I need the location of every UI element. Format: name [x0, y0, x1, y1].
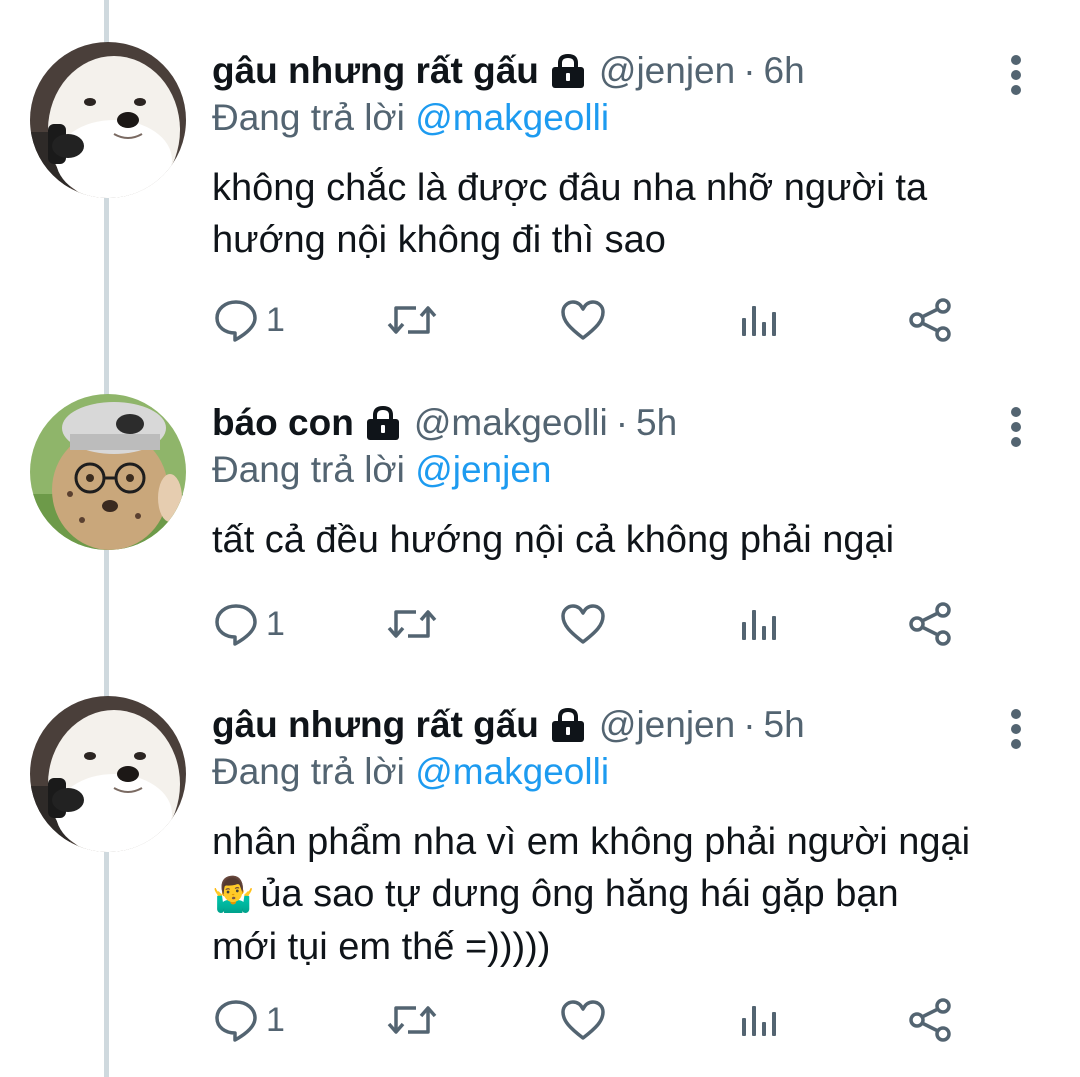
retweet-button[interactable]: [386, 594, 438, 654]
share-icon: [909, 602, 951, 646]
reply-count: 1: [266, 604, 285, 643]
more-options-icon[interactable]: [996, 402, 1036, 452]
action-bar: 1: [200, 594, 1000, 654]
reply-count: 1: [266, 300, 285, 339]
tweet-text: không chắc là được đâu nha nhỡ người ta …: [212, 162, 1052, 266]
share-button[interactable]: [908, 594, 954, 654]
analytics-button[interactable]: [738, 290, 778, 350]
tweet-text-line: ủa sao tự dưng ông hăng hái gặp bạn: [260, 873, 899, 915]
avatar[interactable]: [30, 42, 186, 198]
reply-button[interactable]: 1: [214, 594, 285, 654]
more-options-icon[interactable]: [996, 50, 1036, 100]
like-button[interactable]: [560, 290, 606, 350]
reply-icon: [215, 1000, 257, 1042]
analytics-icon: [742, 306, 776, 336]
cheetah-cub-avatar: [30, 394, 186, 550]
handle[interactable]: @jenjen: [599, 700, 735, 750]
replying-to-link[interactable]: @makgeolli: [415, 751, 609, 792]
action-bar: 1: [200, 290, 1000, 350]
retweet-button[interactable]: [386, 990, 438, 1050]
timestamp[interactable]: 5h: [764, 700, 805, 750]
like-button[interactable]: [560, 990, 606, 1050]
handle[interactable]: @makgeolli: [414, 398, 608, 448]
timestamp[interactable]: 6h: [764, 46, 805, 96]
separator-dot: ·: [615, 402, 629, 443]
display-name[interactable]: gâu nhưng rất gấu: [212, 700, 539, 750]
lock-icon: [549, 53, 587, 89]
separator-dot: ·: [743, 704, 756, 745]
tweet-text: nhân phẩm nha vì em không phải người ngạ…: [212, 816, 1052, 973]
heart-icon: [561, 604, 605, 644]
timestamp[interactable]: 5h: [636, 398, 677, 448]
lock-icon: [364, 405, 402, 441]
shrug-emoji: 🤷‍♂️: [212, 876, 255, 914]
tweet-text-line: tất cả đều hướng nội cả không phải ngại: [212, 519, 895, 561]
share-button[interactable]: [908, 990, 954, 1050]
replying-prefix: Đang trả lời: [212, 97, 405, 138]
retweet-icon: [387, 1006, 437, 1034]
replying-prefix: Đang trả lời: [212, 449, 405, 490]
like-button[interactable]: [560, 594, 606, 654]
heart-icon: [561, 1000, 605, 1040]
tweet-text-line: mới tụi em thế =))))): [212, 926, 551, 968]
analytics-button[interactable]: [738, 990, 778, 1050]
tweet-text-line: hướng nội không đi thì sao: [212, 219, 666, 261]
share-icon: [909, 298, 951, 342]
action-bar: 1: [200, 990, 1000, 1050]
tweet-text-line-with-emoji: 🤷‍♂️ ủa sao tự dưng ông hăng hái gặp bạn: [212, 868, 1052, 921]
reply-icon: [215, 604, 257, 646]
replying-to: Đang trả lời @jenjen: [212, 448, 552, 492]
replying-to-link[interactable]: @makgeolli: [415, 97, 609, 138]
tweet-text: tất cả đều hướng nội cả không phải ngại: [212, 514, 1052, 566]
share-button[interactable]: [908, 290, 954, 350]
reply-button[interactable]: 1: [214, 990, 285, 1050]
replying-prefix: Đang trả lời: [212, 751, 405, 792]
retweet-icon: [387, 610, 437, 638]
analytics-icon: [742, 1006, 776, 1036]
retweet-icon: [387, 306, 437, 334]
more-options-icon[interactable]: [996, 704, 1036, 754]
samoyed-dog-avatar: [30, 696, 186, 852]
tweet-header: báo con @makgeolli · 5h: [212, 398, 677, 448]
tweet-header: gâu nhưng rất gấu @jenjen · 5h: [212, 700, 805, 750]
avatar[interactable]: [30, 394, 186, 550]
samoyed-dog-avatar: [30, 42, 186, 198]
tweet-text-line: nhân phẩm nha vì em không phải người ngạ…: [212, 821, 971, 863]
share-icon: [909, 998, 951, 1042]
replying-to: Đang trả lời @makgeolli: [212, 96, 609, 140]
reply-count: 1: [266, 1000, 285, 1039]
separator-dot: ·: [743, 50, 756, 91]
heart-icon: [561, 300, 605, 340]
reply-button[interactable]: 1: [214, 290, 285, 350]
avatar[interactable]: [30, 696, 186, 852]
reply-icon: [215, 300, 257, 342]
replying-to-link[interactable]: @jenjen: [415, 449, 551, 490]
handle[interactable]: @jenjen: [599, 46, 735, 96]
replying-to: Đang trả lời @makgeolli: [212, 750, 609, 794]
tweet-text-line: không chắc là được đâu nha nhỡ người ta: [212, 167, 928, 209]
display-name[interactable]: báo con: [212, 398, 354, 448]
analytics-icon: [742, 610, 776, 640]
display-name[interactable]: gâu nhưng rất gấu: [212, 46, 539, 96]
tweet-header: gâu nhưng rất gấu @jenjen · 6h: [212, 46, 805, 96]
retweet-button[interactable]: [386, 290, 438, 350]
lock-icon: [549, 707, 587, 743]
analytics-button[interactable]: [738, 594, 778, 654]
